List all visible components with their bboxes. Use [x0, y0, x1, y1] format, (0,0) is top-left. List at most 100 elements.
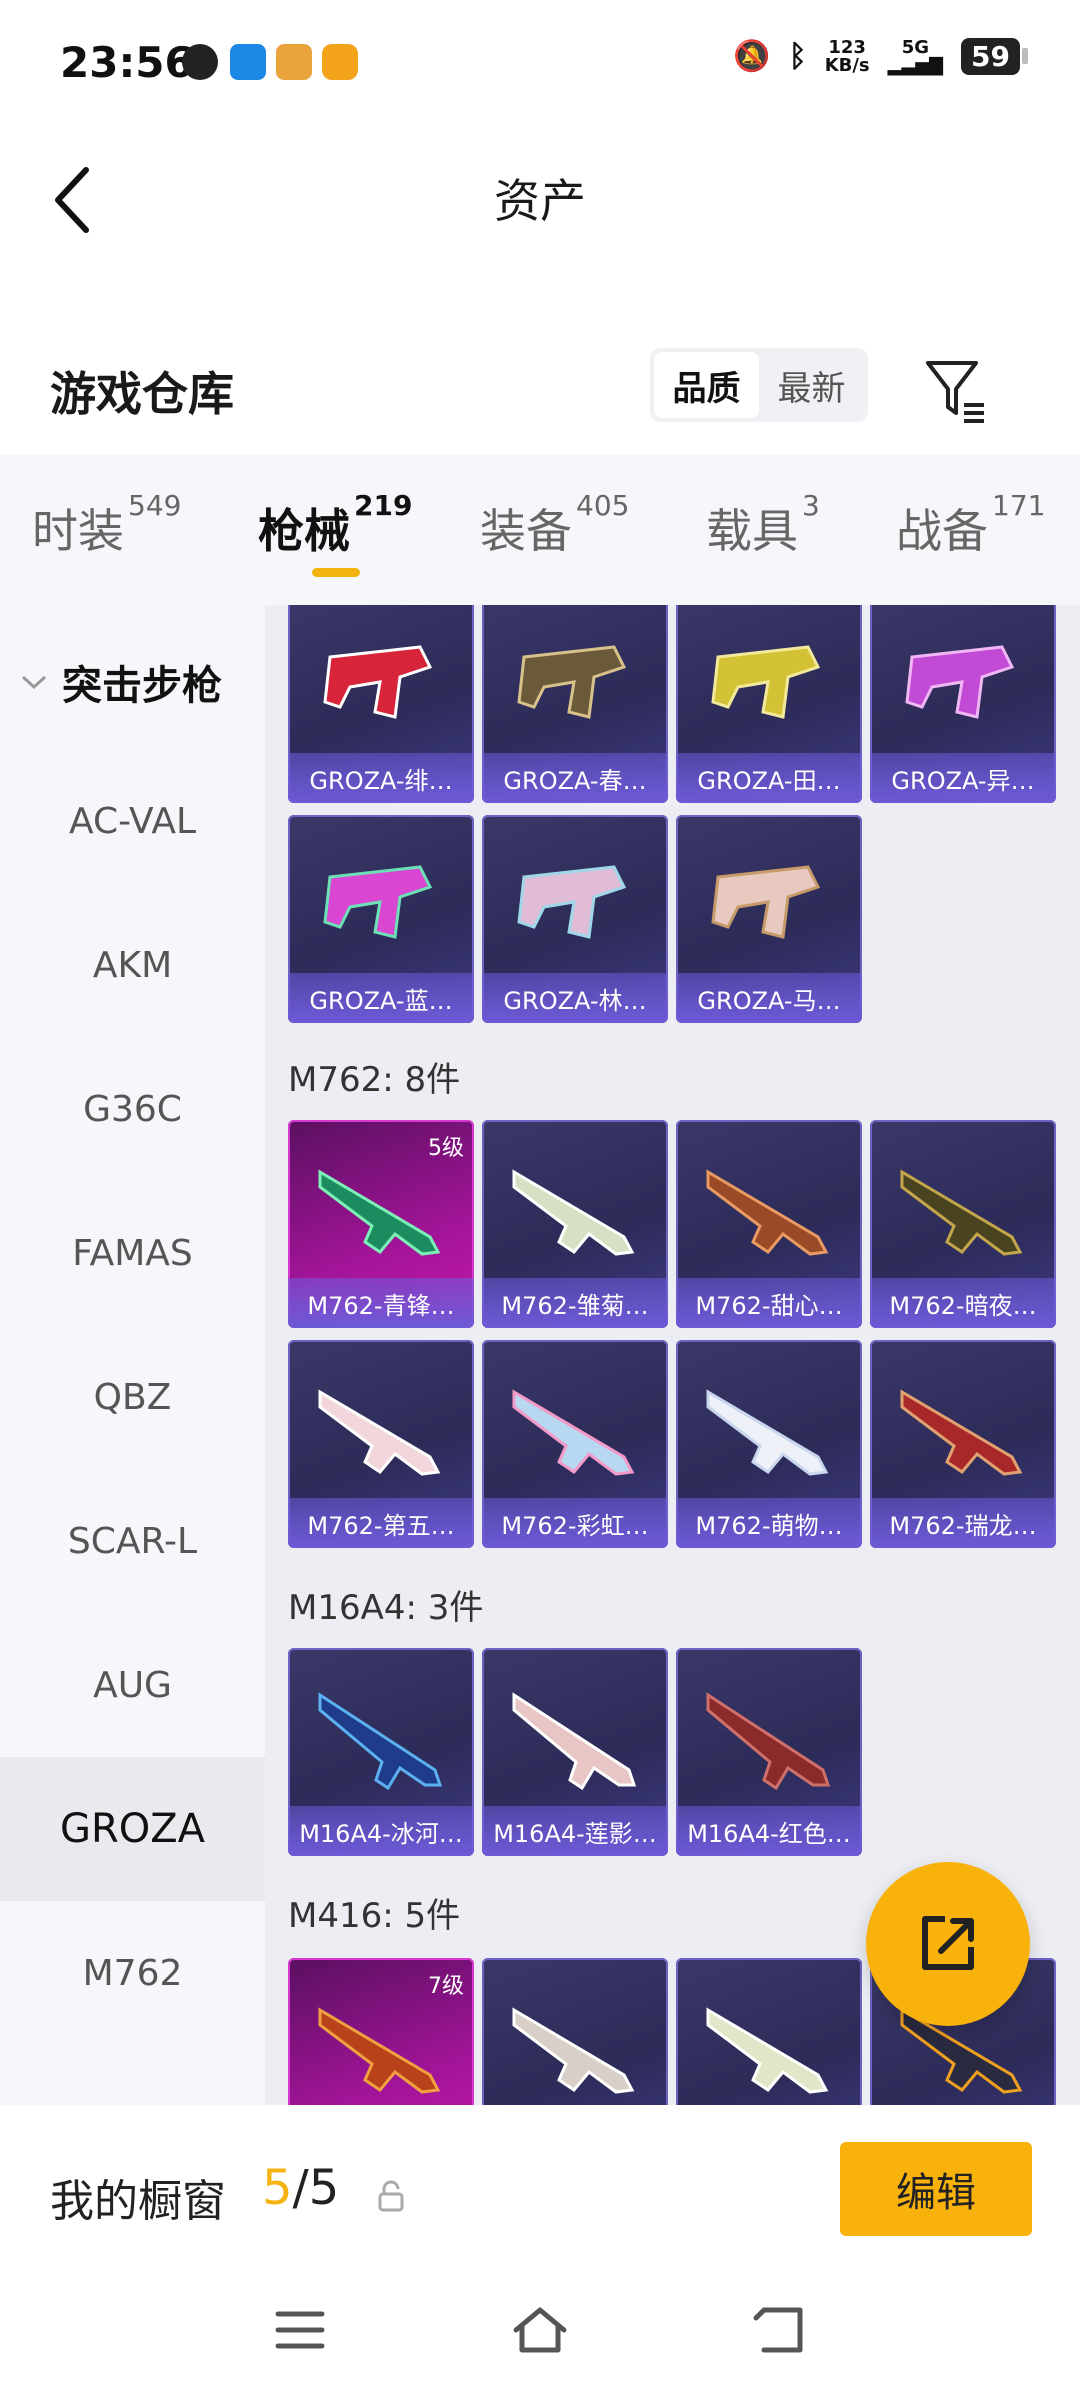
skin-name: M762-彩虹…	[482, 1498, 668, 1548]
showcase-count: 5/5	[262, 2160, 340, 2216]
group-header-m16a4: M16A4: 3件	[288, 1588, 484, 1628]
weapon-skin-image	[517, 645, 627, 719]
skin-name: GROZA-田…	[676, 753, 862, 803]
status-right: 🔕 ᛒ 123 KB/s 5G ▂▃▅▇ 59	[733, 36, 1028, 76]
skin-name: M762-暗夜…	[870, 1278, 1056, 1328]
back-icon[interactable]	[750, 2300, 810, 2360]
sidebar-item-ac-val[interactable]: AC-VAL	[0, 749, 265, 893]
skin-name: M16A4-莲影…	[482, 1806, 668, 1856]
skin-card[interactable]: M762-第五…	[288, 1340, 474, 1548]
skin-card[interactable]: M762-瑞龙…	[870, 1340, 1056, 1548]
skin-card[interactable]: GROZA-林…	[482, 815, 668, 1023]
page-title: 资产	[494, 174, 586, 228]
weapon-skin-image	[512, 1692, 637, 1791]
skin-card[interactable]: GROZA-田…	[676, 605, 862, 803]
category-tabs: 时装 549 枪械 219 装备 405 载具 3 战备 171	[0, 455, 1080, 605]
skin-card[interactable]: GROZA-春…	[482, 605, 668, 803]
weapon-skin-image	[512, 2007, 635, 2094]
app-notification-icon	[182, 44, 218, 80]
skin-name: M762-瑞龙…	[870, 1498, 1056, 1548]
skin-name: M762-萌物…	[676, 1498, 862, 1548]
status-bar: 23:56 🔕 ᛒ 123 KB/s 5G ▂▃▅▇ 59	[0, 0, 1080, 130]
skin-card[interactable]: M16A4-冰河…	[288, 1648, 474, 1856]
tab-gear[interactable]: 战备 171	[896, 489, 1045, 561]
menu-icon[interactable]	[270, 2300, 330, 2360]
skin-card[interactable]: M762-彩虹…	[482, 1340, 668, 1548]
weapon-skin-image	[711, 865, 821, 939]
sidebar-item-famas[interactable]: FAMAS	[0, 1181, 265, 1325]
group-header-m416: M416: 5件	[288, 1896, 461, 1936]
skin-name: GROZA-春…	[482, 753, 668, 803]
sidebar-item-qbz[interactable]: QBZ	[0, 1325, 265, 1469]
skin-card[interactable]: 7级	[288, 1958, 474, 2105]
signal-icon: 5G ▂▃▅▇	[887, 36, 944, 76]
sidebar-item-aug[interactable]: AUG	[0, 1613, 265, 1757]
sidebar-item-g36c[interactable]: G36C	[0, 1037, 265, 1181]
group-header-m762: M762: 8件	[288, 1060, 461, 1100]
skin-card[interactable]: 5级 M762-青锋…	[288, 1120, 474, 1328]
weapon-skin-image	[318, 1692, 443, 1791]
active-tab-indicator	[312, 568, 360, 577]
skin-card[interactable]: M16A4-莲影…	[482, 1648, 668, 1856]
skin-card[interactable]	[482, 1958, 668, 2105]
bluetooth-icon: ᛒ	[788, 39, 807, 74]
net-speed: 123 KB/s	[824, 36, 870, 76]
skin-name: M762-雏菊…	[482, 1278, 668, 1328]
home-icon[interactable]	[510, 2300, 570, 2360]
skin-card[interactable]: GROZA-马…	[676, 815, 862, 1023]
weapon-sidebar: 突击步枪 AC-VAL AKM G36C FAMAS QBZ SCAR-L AU…	[0, 605, 265, 2105]
skin-card[interactable]: GROZA-蓝…	[288, 815, 474, 1023]
weapon-skin-image	[517, 865, 627, 939]
weapon-skin-image	[706, 1389, 829, 1476]
sidebar-item-akm[interactable]: AKM	[0, 893, 265, 1037]
skin-name: GROZA-林…	[482, 973, 668, 1023]
skin-card[interactable]: M16A4-红色…	[676, 1648, 862, 1856]
weapon-skin-image	[323, 645, 433, 719]
weapon-skin-image	[512, 1389, 635, 1476]
weapon-skin-image	[323, 865, 433, 939]
weapon-skin-image	[706, 1692, 831, 1791]
skin-card[interactable]: GROZA-异…	[870, 605, 1056, 803]
filter-icon[interactable]	[920, 355, 990, 425]
hotspot-notification-icon	[230, 44, 266, 80]
skin-card[interactable]: M762-雏菊…	[482, 1120, 668, 1328]
status-time: 23:56	[60, 38, 194, 87]
skin-card[interactable]	[676, 1958, 862, 2105]
edit-button[interactable]: 编辑	[840, 2142, 1032, 2236]
tab-fashion[interactable]: 时装 549	[32, 489, 181, 561]
sidebar-item-m762[interactable]: M762	[0, 1901, 265, 2045]
weapon-skin-image	[512, 1169, 635, 1256]
share-icon	[922, 1916, 974, 1970]
skin-card[interactable]: M762-萌物…	[676, 1340, 862, 1548]
skin-card[interactable]: GROZA-绯…	[288, 605, 474, 803]
tab-equipment[interactable]: 装备 405	[480, 489, 629, 561]
tab-vehicles[interactable]: 载具 3	[706, 489, 820, 561]
chevron-down-icon	[21, 675, 47, 690]
lock-icon	[378, 2180, 404, 2212]
skin-card[interactable]: M762-暗夜…	[870, 1120, 1056, 1328]
weapon-skin-image	[900, 1389, 1023, 1476]
skin-name: GROZA-蓝…	[288, 973, 474, 1023]
sort-quality-button[interactable]: 品质	[654, 352, 759, 418]
weapon-skin-image	[318, 2007, 441, 2094]
weapon-skin-image	[318, 1169, 441, 1256]
weapon-skin-image	[706, 2007, 829, 2094]
share-button[interactable]	[866, 1862, 1030, 2026]
target-notification-icon	[322, 44, 358, 80]
sidebar-item-scar-l[interactable]: SCAR-L	[0, 1469, 265, 1613]
tab-guns[interactable]: 枪械 219	[258, 489, 412, 561]
weapon-skin-image	[711, 645, 821, 719]
sort-latest-button[interactable]: 最新	[759, 352, 864, 418]
mute-icon: 🔕	[733, 39, 771, 74]
skin-name: M762-甜心…	[676, 1278, 862, 1328]
skin-name: M762-青锋…	[288, 1278, 474, 1328]
skin-name: M762-第五…	[288, 1498, 474, 1548]
sidebar-group-assault-rifles[interactable]: 突击步枪	[20, 653, 222, 711]
skin-name: GROZA-异…	[870, 753, 1056, 803]
showcase-label: 我的橱窗	[50, 2176, 226, 2227]
skin-card[interactable]: M762-甜心…	[676, 1120, 862, 1328]
skin-name: M16A4-冰河…	[288, 1806, 474, 1856]
skin-name: GROZA-绯…	[288, 753, 474, 803]
sidebar-item-groza[interactable]: GROZA	[0, 1757, 265, 1901]
weapon-skin-image	[318, 1389, 441, 1476]
